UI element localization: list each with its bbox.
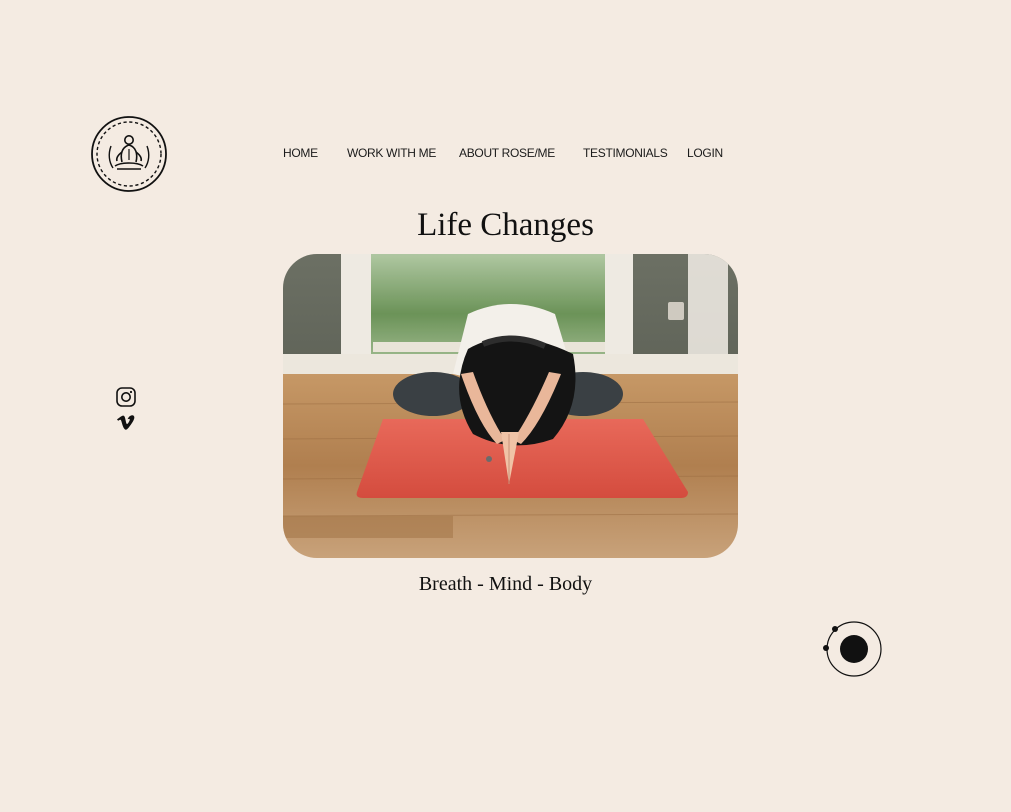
instagram-link[interactable] xyxy=(116,387,136,407)
instagram-icon xyxy=(116,387,136,407)
hero-image xyxy=(283,254,738,558)
chat-widget-button[interactable] xyxy=(821,619,883,679)
nav-login[interactable]: LOGIN xyxy=(687,145,723,161)
page-title: Life Changes xyxy=(417,207,594,243)
nav-work-with-me[interactable]: WORK WITH ME xyxy=(347,145,436,161)
vimeo-icon xyxy=(117,415,135,430)
social-links xyxy=(116,387,138,433)
nav-about[interactable]: ABOUT ROSE/ME xyxy=(459,145,555,161)
tagline: Breath - Mind - Body xyxy=(418,573,593,595)
nav-testimonials[interactable]: TESTIMONIALS xyxy=(583,145,668,161)
nav-home[interactable]: HOME xyxy=(283,145,318,161)
vimeo-link[interactable] xyxy=(116,413,136,433)
main-navigation: HOME WORK WITH ME ABOUT ROSE/ME TESTIMON… xyxy=(0,145,1011,161)
orbit-chat-icon xyxy=(823,621,882,677)
